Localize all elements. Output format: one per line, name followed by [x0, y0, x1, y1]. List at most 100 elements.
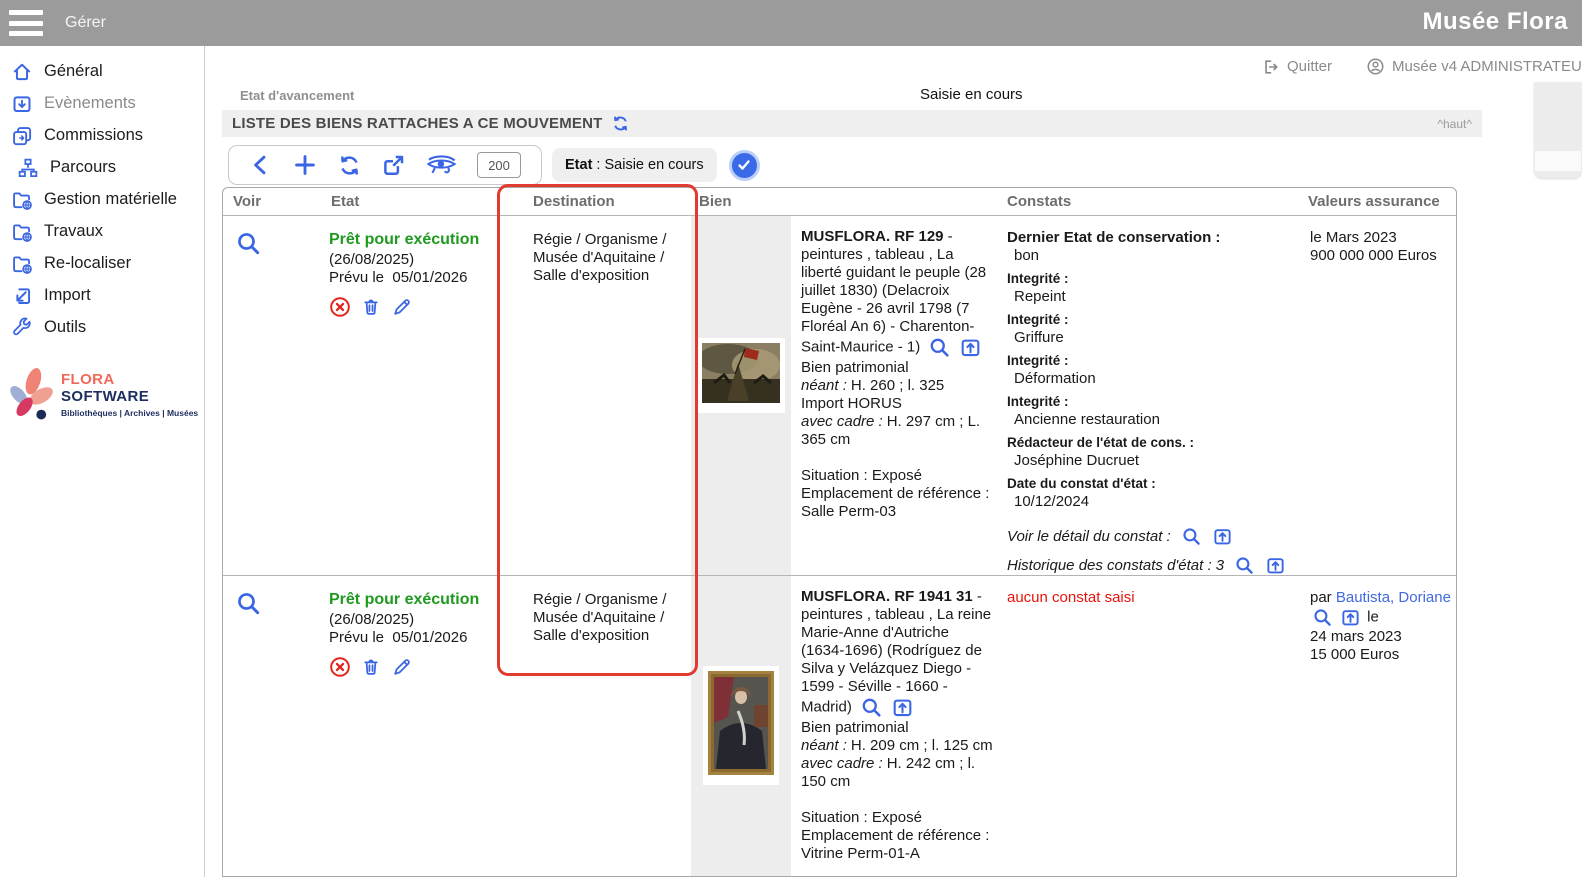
menu-gerer[interactable]: Gérer: [65, 14, 106, 32]
open-window-icon: [1215, 530, 1229, 543]
scroll-top-link[interactable]: ^haut^: [1437, 117, 1472, 131]
assurance-par: par: [1310, 589, 1332, 606]
thumbnail-strip: [691, 216, 791, 575]
constat-detail-open-button[interactable]: [1212, 526, 1233, 547]
open-window-icon: [895, 701, 911, 715]
table-header-row: Voir Etat Destination Bien Constats Vale…: [223, 188, 1456, 216]
circle-x-icon: [331, 658, 349, 676]
constat-history-open-button[interactable]: [1265, 555, 1286, 576]
bien-ref: MUSFLORA. RF 129: [801, 228, 944, 245]
mariana-painting-image: [708, 671, 774, 775]
validate-button[interactable]: [729, 150, 760, 181]
section-bar: LISTE DES BIENS RATTACHES A CE MOUVEMENT…: [222, 110, 1482, 137]
logo-brand-software: SOFTWARE: [61, 388, 149, 405]
assurance-date: le Mars 2023: [1310, 229, 1456, 247]
folder-globe-icon: [14, 257, 31, 273]
bien-ref: MUSFLORA. RF 1941 31: [801, 588, 973, 605]
assurance-amount: 15 000 Euros: [1310, 646, 1456, 664]
status-planned: Prévu le 05/01/2026: [329, 629, 509, 647]
bien-search-button[interactable]: [860, 696, 883, 719]
horus-eye-icon: [429, 156, 455, 172]
quit-button[interactable]: Quitter: [1262, 58, 1332, 76]
assurance-author-link[interactable]: Bautista, Doriane: [1336, 589, 1451, 606]
delete-item-button[interactable]: [360, 656, 382, 678]
cancel-item-button[interactable]: [329, 296, 351, 318]
constat-detail-search-button[interactable]: [1181, 526, 1202, 547]
flora-software-logo: FLORA SOFTWARE Bibliothèques | Archives …: [4, 365, 204, 423]
artwork-thumbnail[interactable]: [697, 338, 785, 413]
horus-view-button[interactable]: [426, 154, 457, 176]
bien-import-source: Import HORUS: [801, 395, 995, 413]
circle-x-icon: [331, 298, 349, 316]
view-item-button[interactable]: [235, 594, 262, 611]
search-icon: [864, 700, 880, 716]
recycle-icon: [342, 156, 357, 174]
sidebar-item-travaux[interactable]: Travaux: [0, 220, 204, 243]
person-icon: [1368, 59, 1382, 73]
add-button[interactable]: [293, 153, 317, 177]
hamburger-menu-icon[interactable]: [9, 10, 43, 36]
header-voir: Voir: [223, 193, 311, 210]
home-icon: [15, 64, 29, 78]
bien-search-button[interactable]: [928, 336, 951, 359]
status-date: (26/08/2025): [329, 611, 509, 629]
pencil-icon: [395, 660, 409, 674]
section-title: LISTE DES BIENS RATTACHES A CE MOUVEMENT: [232, 115, 603, 132]
cancel-item-button[interactable]: [329, 656, 351, 678]
import-icon: [17, 289, 29, 303]
search-icon: [1184, 529, 1198, 543]
folders-icon: [14, 128, 30, 144]
sidebar-item-evenements[interactable]: Evènements: [0, 92, 204, 115]
header-valeurs-assurance: Valeurs assurance: [1306, 193, 1456, 210]
sidebar-item-general[interactable]: Général: [0, 60, 204, 83]
view-item-button[interactable]: [235, 234, 262, 251]
assurance-open-button[interactable]: [1340, 607, 1361, 628]
sidebar-item-parcours[interactable]: Parcours: [0, 156, 204, 179]
delete-item-button[interactable]: [360, 296, 382, 318]
header-bien: Bien: [691, 193, 1001, 210]
app-title: Musée Flora: [1422, 8, 1568, 36]
status-planned: Prévu le 05/01/2026: [329, 269, 509, 287]
dim-value: H. 260 ; l. 325: [851, 377, 944, 394]
side-scroll-panel[interactable]: [1534, 82, 1582, 178]
sidebar-item-commissions[interactable]: Commissions: [0, 124, 204, 147]
assurance-cell: par Bautista, Doriane le 24 mars 2023 15…: [1306, 576, 1456, 877]
export-button[interactable]: [381, 153, 406, 178]
bien-type: Bien patrimonial: [801, 719, 995, 737]
open-window-icon: [963, 341, 979, 355]
assurance-search-button[interactable]: [1312, 607, 1333, 628]
sidebar-item-import[interactable]: Import: [0, 284, 204, 307]
sidebar-item-relocaliser[interactable]: Re-localiser: [0, 252, 204, 275]
bien-type: Bien patrimonial: [801, 359, 995, 377]
bien-open-button[interactable]: [959, 336, 982, 359]
thumbnail-strip: [691, 576, 791, 877]
dim-value: H. 209 cm ; l. 125 cm: [851, 737, 993, 754]
search-icon: [932, 340, 948, 356]
constat-history-label: Historique des constats d'état : 3: [1007, 557, 1224, 575]
edit-item-button[interactable]: [391, 656, 413, 678]
assurance-amount: 900 000 000 Euros: [1310, 247, 1456, 265]
status-label: Prêt pour exécution: [329, 231, 509, 249]
liberty-painting-image: [702, 343, 780, 403]
search-icon: [239, 234, 257, 252]
dim-label: avec cadre :: [801, 755, 883, 772]
toolbar-group: [228, 145, 542, 185]
header-constats: Constats: [1001, 193, 1306, 210]
recycle-button[interactable]: [337, 153, 362, 178]
back-button[interactable]: [249, 153, 273, 177]
bien-description-cell: MUSFLORA. RF 1941 31 - peintures , table…: [791, 576, 1001, 877]
bien-emplacement: Emplacement de référence : Salle Perm-03: [801, 485, 995, 521]
bien-open-button[interactable]: [891, 696, 914, 719]
refresh-icon[interactable]: [611, 114, 630, 133]
wrench-icon: [14, 318, 30, 334]
topbar: Gérer Musée Flora: [0, 0, 1582, 46]
sidebar-item-outils[interactable]: Outils: [0, 316, 204, 339]
state-chip: Etat : Saisie en cours: [552, 148, 717, 182]
count-input[interactable]: [477, 152, 521, 178]
constat-history-search-button[interactable]: [1234, 555, 1255, 576]
current-user[interactable]: Musée v4 ADMINISTRATEUR FO: [1366, 57, 1582, 76]
edit-item-button[interactable]: [391, 296, 413, 318]
dim-label: néant :: [801, 377, 847, 394]
sidebar-item-gestion-materielle[interactable]: Gestion matérielle: [0, 188, 204, 211]
artwork-thumbnail[interactable]: [703, 666, 779, 785]
